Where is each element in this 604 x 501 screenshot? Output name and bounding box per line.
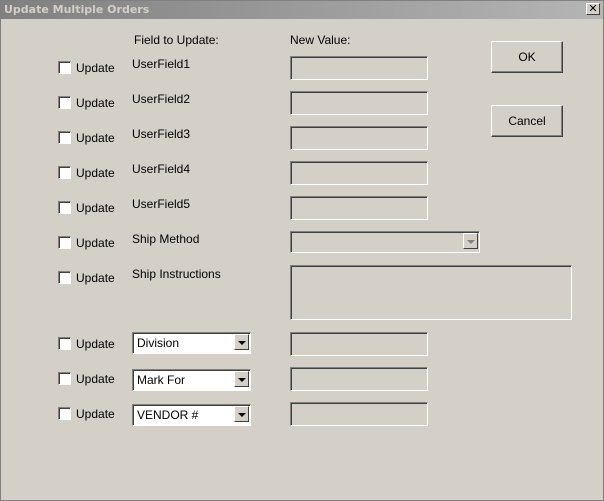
field-label-userfield3: UserField3 bbox=[132, 127, 191, 141]
field-label-ship-instructions: Ship Instructions bbox=[132, 267, 221, 281]
update-label: Update bbox=[76, 61, 115, 75]
ship-instructions-textarea bbox=[290, 265, 572, 320]
checkbox-box[interactable] bbox=[58, 372, 71, 385]
update-label: Update bbox=[76, 337, 115, 351]
cancel-button[interactable]: Cancel bbox=[491, 105, 563, 137]
checkbox-box[interactable] bbox=[58, 337, 71, 350]
checkbox-box[interactable] bbox=[58, 61, 71, 74]
chevron-down-icon[interactable] bbox=[234, 334, 249, 350]
window-title: Update Multiple Orders bbox=[4, 3, 150, 16]
update-label: Update bbox=[76, 131, 115, 145]
division-value-input bbox=[290, 332, 428, 356]
title-bar[interactable]: Update Multiple Orders ✕ bbox=[1, 1, 603, 19]
checkbox-box[interactable] bbox=[58, 236, 71, 249]
checkbox-box[interactable] bbox=[58, 407, 71, 420]
checkbox-box[interactable] bbox=[58, 201, 71, 214]
field-label-userfield2: UserField2 bbox=[132, 92, 191, 106]
checkbox-box[interactable] bbox=[58, 96, 71, 109]
field-select-value: Mark For bbox=[137, 373, 185, 387]
userfield2-value-input bbox=[290, 91, 428, 115]
field-to-update-header: Field to Update: bbox=[134, 33, 219, 47]
field-label-userfield4: UserField4 bbox=[132, 162, 191, 176]
update-label: Update bbox=[76, 407, 115, 421]
field-label-userfield5: UserField5 bbox=[132, 197, 191, 211]
field-label-ship-method: Ship Method bbox=[132, 232, 200, 246]
userfield1-value-input bbox=[290, 56, 428, 80]
update-multiple-orders-dialog: Update Multiple Orders ✕ Field to Update… bbox=[0, 0, 604, 501]
chevron-down-icon[interactable] bbox=[234, 371, 249, 387]
update-label: Update bbox=[76, 96, 115, 110]
ok-button[interactable]: OK bbox=[491, 41, 563, 73]
checkbox-box[interactable] bbox=[58, 271, 71, 284]
ship-method-dropdown bbox=[290, 231, 480, 253]
update-label: Update bbox=[76, 271, 115, 285]
update-label: Update bbox=[76, 372, 115, 386]
field-select-mark-for[interactable]: Mark For bbox=[132, 369, 251, 391]
checkbox-box[interactable] bbox=[58, 166, 71, 179]
field-select-value: VENDOR # bbox=[137, 408, 199, 422]
userfield3-value-input bbox=[290, 126, 428, 150]
new-value-header: New Value: bbox=[290, 33, 351, 47]
userfield5-value-input bbox=[290, 196, 428, 220]
checkbox-box[interactable] bbox=[58, 131, 71, 144]
field-select-vendor[interactable]: VENDOR # bbox=[132, 404, 251, 426]
update-label: Update bbox=[76, 166, 115, 180]
vendor-value-input bbox=[290, 402, 428, 426]
field-select-division[interactable]: Division bbox=[132, 332, 251, 354]
mark-for-value-input bbox=[290, 367, 428, 391]
close-button[interactable]: ✕ bbox=[586, 3, 600, 15]
update-label: Update bbox=[76, 236, 115, 250]
chevron-down-icon bbox=[463, 233, 478, 249]
update-label: Update bbox=[76, 201, 115, 215]
field-select-value: Division bbox=[137, 336, 180, 350]
field-label-userfield1: UserField1 bbox=[132, 57, 191, 71]
close-icon: ✕ bbox=[588, 3, 598, 15]
chevron-down-icon[interactable] bbox=[234, 406, 249, 422]
userfield4-value-input bbox=[290, 161, 428, 185]
